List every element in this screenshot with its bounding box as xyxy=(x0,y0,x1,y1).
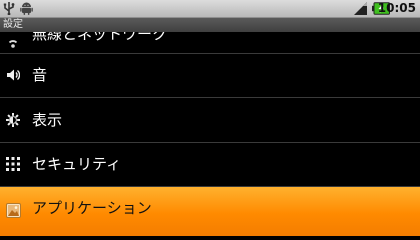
usb-icon xyxy=(3,2,15,15)
status-bar: 10:05 xyxy=(0,0,420,18)
security-grid-icon xyxy=(6,157,20,171)
sound-icon xyxy=(7,69,20,81)
status-clock: 10:05 xyxy=(377,1,416,15)
applications-icon xyxy=(6,203,21,218)
settings-item-label: アプリケーション xyxy=(32,199,152,217)
settings-item-label: セキュリティ xyxy=(32,155,122,173)
signal-icon xyxy=(354,2,367,15)
settings-screen: 10:05 設定 無線とネットワーク 音 表示 セキュリティ アプリケーション xyxy=(0,0,420,236)
display-icon xyxy=(6,113,20,127)
settings-item-applications[interactable]: アプリケーション xyxy=(0,187,420,236)
settings-list[interactable]: 無線とネットワーク 音 表示 セキュリティ アプリケーション xyxy=(0,32,420,236)
settings-item-display[interactable]: 表示 xyxy=(0,98,420,140)
page-title: 設定 xyxy=(3,19,23,30)
android-icon xyxy=(20,2,33,15)
title-bar: 設定 xyxy=(0,18,420,32)
settings-item-security[interactable]: セキュリティ xyxy=(0,143,420,185)
settings-item-label: 無線とネットワーク xyxy=(32,32,168,43)
settings-item-sound[interactable]: 音 xyxy=(0,54,420,96)
settings-item-label: 表示 xyxy=(32,111,63,129)
settings-item-label: 音 xyxy=(32,66,48,84)
settings-item-wireless[interactable]: 無線とネットワーク xyxy=(0,32,420,52)
wireless-icon xyxy=(8,40,18,48)
